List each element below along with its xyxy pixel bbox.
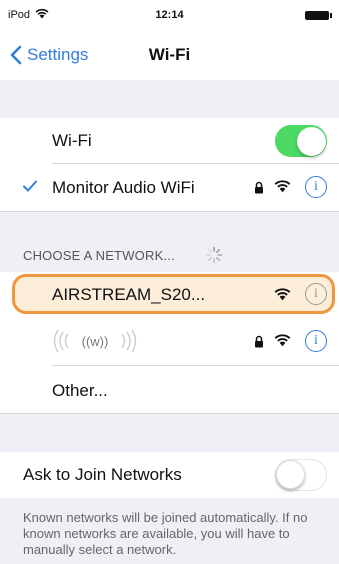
info-icon[interactable]: i [305, 283, 327, 305]
ask-to-join-label: Ask to Join Networks [23, 465, 182, 484]
footer-note: Known networks will be joined automatica… [23, 510, 308, 557]
section-header: CHOOSE A NETWORK... [0, 228, 339, 272]
network-name: AIRSTREAM_S20... [52, 285, 206, 304]
info-icon[interactable]: i [305, 330, 327, 352]
wifi-row-label: Wi-Fi [52, 131, 92, 150]
lock-icon [255, 335, 263, 348]
checkmark-icon [23, 180, 37, 192]
wifi-strength-icon [274, 288, 291, 301]
group-spacer [0, 414, 339, 452]
navigation-bar: Settings Wi-Fi [0, 30, 339, 80]
other-network-label: Other... [52, 381, 108, 400]
choose-network-header: CHOOSE A NETWORK... [23, 248, 175, 263]
hidden-ssid-waves-icon: ((w)) [53, 329, 137, 353]
page-title: Wi-Fi [148, 45, 191, 64]
network-row[interactable]: ((w)) i [0, 318, 339, 366]
lock-icon [255, 181, 263, 194]
ask-to-join-row: Ask to Join Networks [0, 452, 339, 498]
status-time: 12:14 [155, 9, 184, 21]
network-row[interactable]: AIRSTREAM_S20... i [0, 272, 339, 318]
wifi-strength-icon [274, 180, 291, 193]
toggle-knob [296, 126, 326, 156]
connected-network-name: Monitor Audio WiFi [52, 178, 195, 197]
wifi-strength-icon [274, 334, 291, 347]
wifi-toggle[interactable] [275, 125, 327, 157]
status-bar: iPod 12:14 [0, 0, 339, 30]
group-spacer [0, 212, 339, 228]
info-icon[interactable]: i [305, 176, 327, 198]
svg-text:((w)): ((w)) [82, 334, 109, 349]
ask-to-join-toggle[interactable] [275, 459, 327, 491]
connected-network-row[interactable]: Monitor Audio WiFi i [0, 164, 339, 212]
battery-icon [305, 11, 332, 20]
other-network-row[interactable]: Other... [0, 366, 339, 414]
wifi-toggle-row: Wi-Fi [0, 118, 339, 164]
toggle-knob [276, 460, 305, 489]
loading-spinner-icon [205, 246, 223, 264]
group-spacer [0, 80, 339, 118]
